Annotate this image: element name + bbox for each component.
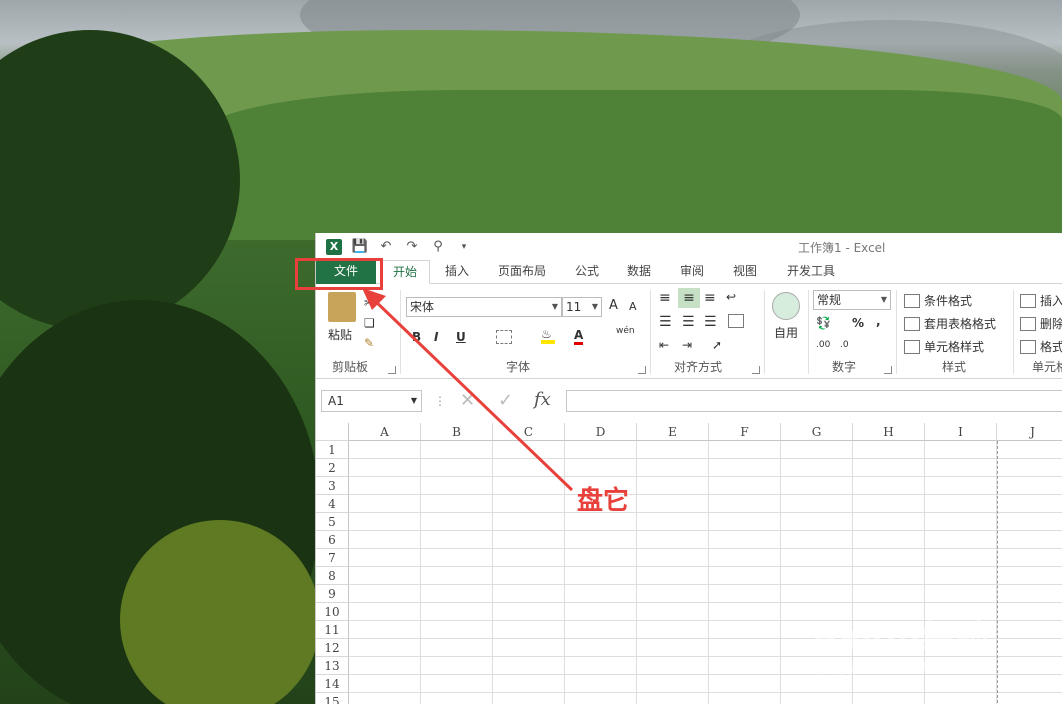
baidu-watermark-url: jingyan.baidu.com	[818, 656, 966, 675]
baidu-watermark: Baidu经验	[812, 618, 990, 658]
annotation-text: 盘它	[577, 486, 630, 516]
annotation-arrow	[362, 288, 574, 492]
